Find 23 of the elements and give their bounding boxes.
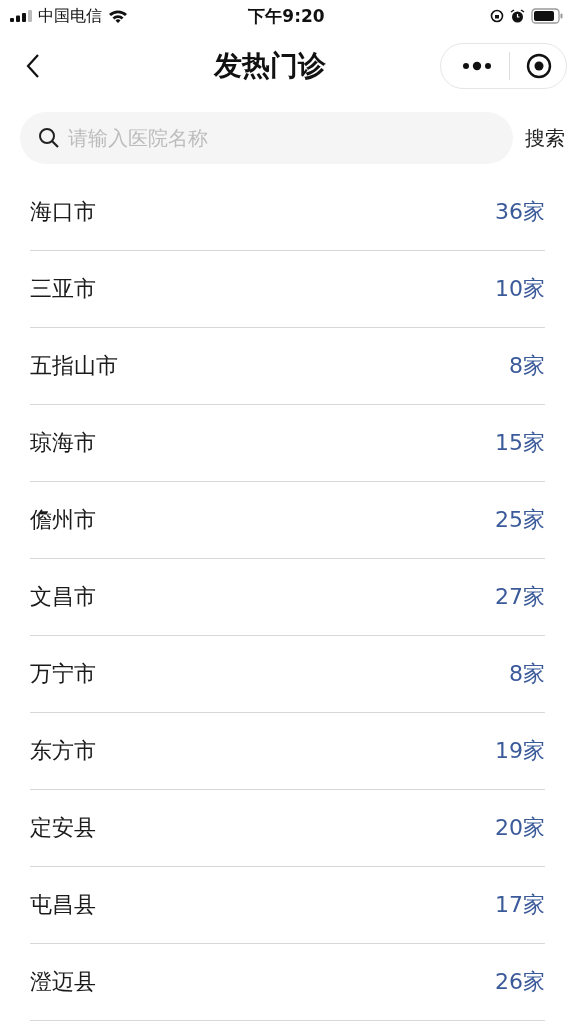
battery-icon	[531, 8, 563, 24]
city-item[interactable]: 儋州市 25家	[30, 482, 545, 559]
carrier-name: 中国电信	[38, 5, 102, 27]
city-item[interactable]: 万宁市 8家	[30, 636, 545, 713]
page-title: 发热门诊	[212, 48, 327, 84]
signal-icon	[10, 10, 32, 22]
close-icon[interactable]	[526, 53, 552, 79]
wifi-icon	[108, 9, 128, 23]
city-item[interactable]: 海口市 36家	[30, 174, 545, 251]
city-item[interactable]: 三亚市 10家	[30, 251, 545, 328]
back-icon[interactable]	[26, 53, 40, 79]
city-item[interactable]: 琼海市 15家	[30, 405, 545, 482]
city-item[interactable]: 文昌市 27家	[30, 559, 545, 636]
city-item[interactable]: 定安县 20家	[30, 790, 545, 867]
alarm-icon	[510, 8, 525, 24]
city-item[interactable]: 澄迈县 26家	[30, 944, 545, 1021]
more-icon[interactable]	[461, 61, 493, 71]
city-item[interactable]: 东方市 19家	[30, 713, 545, 790]
search-field[interactable]: 请输入医院名称	[20, 112, 513, 164]
search-button[interactable]: 搜索	[525, 124, 565, 152]
city-item[interactable]: 五指山市 8家	[30, 328, 545, 405]
status-time: 下午9:20	[248, 4, 325, 28]
city-item[interactable]: 屯昌县 17家	[30, 867, 545, 944]
